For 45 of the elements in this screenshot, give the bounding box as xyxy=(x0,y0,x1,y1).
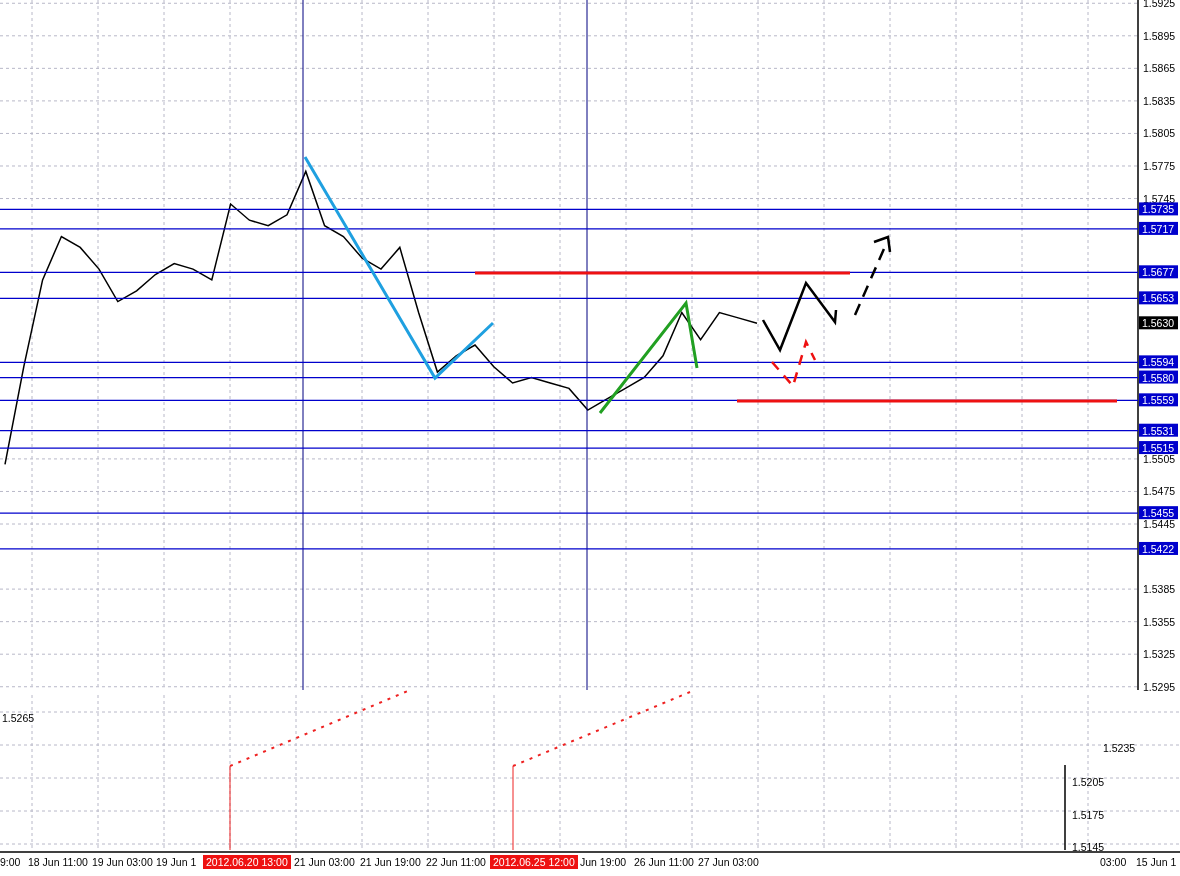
time-label: 21 Jun 19:00 xyxy=(360,856,421,868)
time-label: 22 Jun 11:00 xyxy=(426,856,486,868)
price-tick-label: 1.5805 xyxy=(1143,127,1176,140)
price-tick-label: 1.5925 xyxy=(1143,0,1176,10)
time-label: 18 Jun 11:00 xyxy=(28,856,88,868)
current-price-badge: 1.5630 xyxy=(1139,316,1178,330)
price-level-badge: 1.5515 xyxy=(1139,441,1178,455)
time-label: 19 Jun 1 xyxy=(156,856,197,868)
price-level-badge: 1.5594 xyxy=(1139,355,1178,369)
price-tick-label: 1.5775 xyxy=(1143,160,1176,172)
price-level-badge: 1.5559 xyxy=(1139,393,1178,407)
price-tick-label: 1.5385 xyxy=(1143,583,1176,596)
time-label: 27 Jun 03:00 xyxy=(698,856,759,868)
price-level-badge: 1.5653 xyxy=(1139,291,1178,305)
time-label: 03:00 xyxy=(1100,856,1127,868)
price-tick-label: 1.5835 xyxy=(1143,94,1176,107)
price-tick-label: 1.5745 xyxy=(1143,192,1176,205)
price-tick-label: 1.5235 xyxy=(1103,742,1136,754)
time-label: 9:00 xyxy=(0,856,21,868)
time-label: 15 Jun 1 xyxy=(1136,856,1177,868)
price-level-badge: 1.5677 xyxy=(1139,265,1178,279)
price-tick-label: 1.5355 xyxy=(1143,615,1176,628)
time-label: 21 Jun 03:00 xyxy=(294,856,355,868)
price-level-badge: 1.5580 xyxy=(1139,370,1178,384)
price-level-badge: 1.5717 xyxy=(1139,221,1178,235)
price-level-badge: 1.5531 xyxy=(1139,423,1178,437)
price-tick-label: 1.5505 xyxy=(1143,452,1176,465)
price-tick-label: 1.5325 xyxy=(1143,648,1176,661)
price-tick-label: 1.5895 xyxy=(1143,29,1176,42)
price-tick-label: 1.5475 xyxy=(1143,485,1176,498)
time-marker-badge: 2012.06.25 12:00 xyxy=(490,855,578,869)
price-tick-label: 1.5295 xyxy=(1143,680,1176,693)
time-marker-badge: 2012.06.20 13:00 xyxy=(203,855,291,869)
time-label: Jun 19:00 xyxy=(580,856,627,868)
price-tick-label: 1.5445 xyxy=(1143,518,1176,530)
price-tick-label: 1.5175 xyxy=(1072,809,1105,821)
price-tick-label: 1.5145 xyxy=(1072,841,1105,853)
price-level-badge: 1.5422 xyxy=(1139,541,1178,555)
price-tick-label: 1.5265 xyxy=(2,712,35,724)
time-label: 26 Jun 11:00 xyxy=(634,856,694,868)
price-level-badge: 1.5455 xyxy=(1139,506,1178,520)
price-tick-label: 1.5205 xyxy=(1072,776,1105,788)
time-label: 19 Jun 03:00 xyxy=(92,856,153,868)
price-tick-label: 1.5865 xyxy=(1143,62,1176,75)
price-level-badge: 1.5735 xyxy=(1139,202,1178,216)
